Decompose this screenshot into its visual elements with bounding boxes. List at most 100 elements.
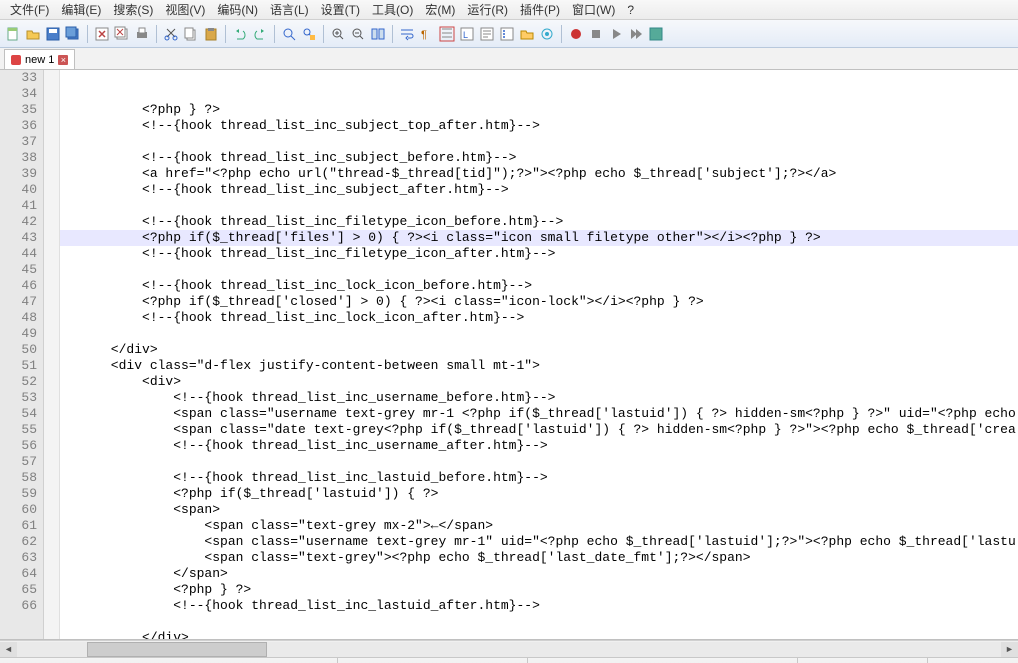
paste-icon[interactable] [202,25,220,43]
cut-icon[interactable] [162,25,180,43]
line-number: 65 [0,582,37,598]
menu-window[interactable]: 窗口(W) [566,0,621,20]
monitor-icon[interactable] [538,25,556,43]
scroll-track[interactable] [17,642,1001,657]
menu-run[interactable]: 运行(R) [461,0,514,20]
code-line[interactable]: <!--{hook thread_list_inc_subject_top_af… [60,118,1018,134]
close-icon[interactable] [93,25,111,43]
menu-help[interactable]: ? [621,1,640,19]
code-line[interactable]: <?php } ?> [60,102,1018,118]
line-number: 42 [0,214,37,230]
code-line[interactable] [60,134,1018,150]
code-line[interactable]: </div> [60,342,1018,358]
code-line[interactable]: <a href="<?php echo url("thread-$_thread… [60,166,1018,182]
play-multi-icon[interactable] [627,25,645,43]
code-line[interactable] [60,326,1018,342]
code-line[interactable]: <!--{hook thread_list_inc_username_after… [60,438,1018,454]
code-line[interactable]: <!--{hook thread_list_inc_filetype_icon_… [60,214,1018,230]
code-line[interactable]: <!--{hook thread_list_inc_lastuid_after.… [60,598,1018,614]
save-icon[interactable] [44,25,62,43]
sync-scroll-icon[interactable] [369,25,387,43]
modified-dot-icon [11,55,21,65]
find-icon[interactable] [280,25,298,43]
wordwrap-icon[interactable] [398,25,416,43]
horizontal-scrollbar[interactable]: ◄ ► [0,640,1018,657]
code-view[interactable]: <?php } ?> <!--{hook thread_list_inc_sub… [60,70,1018,639]
redo-icon[interactable] [251,25,269,43]
scroll-right-arrow-icon[interactable]: ► [1001,642,1018,657]
replace-icon[interactable] [300,25,318,43]
play-icon[interactable] [607,25,625,43]
line-number: 58 [0,470,37,486]
code-line[interactable]: <span class="username text-grey mr-1 <?p… [60,406,1018,422]
menu-settings[interactable]: 设置(T) [315,0,366,20]
code-line[interactable]: <!--{hook thread_list_inc_lastuid_before… [60,470,1018,486]
menu-edit[interactable]: 编辑(E) [55,0,107,20]
status-encoding[interactable]: UTF-8 [928,658,1018,663]
scroll-thumb[interactable] [87,642,267,657]
line-number: 49 [0,326,37,342]
scroll-left-arrow-icon[interactable]: ◄ [0,642,17,657]
undo-icon[interactable] [231,25,249,43]
code-line[interactable]: <span class="text-grey"><?php echo $_thr… [60,550,1018,566]
code-line[interactable]: <span class="username text-grey mr-1" ui… [60,534,1018,550]
code-line[interactable]: <span class="text-grey mx-2">←</span> [60,518,1018,534]
code-line[interactable]: </span> [60,566,1018,582]
zoom-in-icon[interactable] [329,25,347,43]
indent-guide-icon[interactable] [438,25,456,43]
folder-workspace-icon[interactable] [518,25,536,43]
code-line[interactable]: </div> [60,630,1018,639]
save-all-icon[interactable] [64,25,82,43]
menu-file[interactable]: 文件(F) [4,0,55,20]
new-file-icon[interactable] [4,25,22,43]
code-line[interactable] [60,454,1018,470]
status-bar: Normal text file length : 3,863 lines : … [0,657,1018,663]
code-line[interactable]: <?php if($_thread['files'] > 0) { ?><i c… [60,230,1018,246]
record-icon[interactable] [567,25,585,43]
menu-language[interactable]: 语言(L) [264,0,315,20]
status-position: Ln : 41 Col : 69 Sel : 0 | 0 [528,658,798,663]
code-line[interactable]: <!--{hook thread_list_inc_filetype_icon_… [60,246,1018,262]
save-macro-icon[interactable] [647,25,665,43]
code-line[interactable]: <span class="date text-grey<?php if($_th… [60,422,1018,438]
line-number: 66 [0,598,37,614]
file-tab[interactable]: new 1 × [4,49,75,69]
code-line[interactable]: <?php if($_thread['lastuid']) { ?> [60,486,1018,502]
code-line[interactable]: <!--{hook thread_list_inc_lock_icon_befo… [60,278,1018,294]
udl-icon[interactable]: L [458,25,476,43]
menu-macro[interactable]: 宏(M) [419,0,461,20]
code-line[interactable]: <span> [60,502,1018,518]
code-line[interactable]: <?php } ?> [60,582,1018,598]
line-number: 45 [0,262,37,278]
close-all-icon[interactable] [113,25,131,43]
status-eol[interactable]: Windows (CR LF) [798,658,928,663]
menu-view[interactable]: 视图(V) [159,0,211,20]
line-number: 33 [0,70,37,86]
code-line[interactable]: <div class="d-flex justify-content-betwe… [60,358,1018,374]
func-list-icon[interactable] [498,25,516,43]
doc-map-icon[interactable] [478,25,496,43]
code-line[interactable]: <?php if($_thread['closed'] > 0) { ?><i … [60,294,1018,310]
code-line[interactable] [60,198,1018,214]
menu-plugins[interactable]: 插件(P) [514,0,566,20]
status-length: length : 3,863 lines : 84 [338,658,528,663]
menu-search[interactable]: 搜索(S) [107,0,159,20]
open-file-icon[interactable] [24,25,42,43]
code-line[interactable]: <div> [60,374,1018,390]
code-line[interactable]: <!--{hook thread_list_inc_username_befor… [60,390,1018,406]
zoom-out-icon[interactable] [349,25,367,43]
code-line[interactable] [60,614,1018,630]
line-number: 38 [0,150,37,166]
show-all-chars-icon[interactable]: ¶ [418,25,436,43]
tab-close-icon[interactable]: × [58,55,68,65]
menu-encoding[interactable]: 编码(N) [211,0,264,20]
code-line[interactable]: <!--{hook thread_list_inc_subject_before… [60,150,1018,166]
code-line[interactable] [60,262,1018,278]
menu-tools[interactable]: 工具(O) [366,0,419,20]
print-icon[interactable] [133,25,151,43]
stop-icon[interactable] [587,25,605,43]
line-number: 64 [0,566,37,582]
code-line[interactable]: <!--{hook thread_list_inc_lock_icon_afte… [60,310,1018,326]
code-line[interactable]: <!--{hook thread_list_inc_subject_after.… [60,182,1018,198]
copy-icon[interactable] [182,25,200,43]
